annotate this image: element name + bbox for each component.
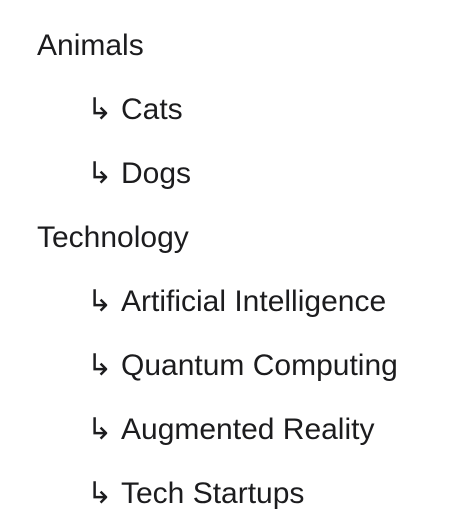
subcategory-item-cats[interactable]: ↳ Cats xyxy=(37,78,464,142)
category-item-animals[interactable]: Animals xyxy=(37,14,464,78)
subcategory-label: Quantum Computing xyxy=(121,349,398,382)
subcategory-item-quantum-computing[interactable]: ↳ Quantum Computing xyxy=(37,334,464,398)
subcategory-label: Artificial Intelligence xyxy=(121,285,387,318)
category-label: Technology xyxy=(37,221,189,254)
child-arrow-icon: ↳ xyxy=(87,93,113,126)
subcategory-label: Augmented Reality xyxy=(121,413,375,446)
child-arrow-icon: ↳ xyxy=(87,413,113,446)
child-arrow-icon: ↳ xyxy=(87,157,113,190)
subcategory-label: Dogs xyxy=(121,157,192,190)
child-arrow-icon: ↳ xyxy=(87,349,113,382)
child-arrow-icon: ↳ xyxy=(87,477,113,510)
child-arrow-icon: ↳ xyxy=(87,285,113,318)
subcategory-label: Tech Startups xyxy=(121,477,305,510)
category-tree: Animals ↳ Cats ↳ Dogs Technology ↳ Artif… xyxy=(37,14,464,526)
subcategory-item-dogs[interactable]: ↳ Dogs xyxy=(37,142,464,206)
category-label: Animals xyxy=(37,29,144,62)
subcategory-item-artificial-intelligence[interactable]: ↳ Artificial Intelligence xyxy=(37,270,464,334)
subcategory-label: Cats xyxy=(121,93,183,126)
category-item-technology[interactable]: Technology xyxy=(37,206,464,270)
subcategory-item-tech-startups[interactable]: ↳ Tech Startups xyxy=(37,462,464,526)
subcategory-item-augmented-reality[interactable]: ↳ Augmented Reality xyxy=(37,398,464,462)
